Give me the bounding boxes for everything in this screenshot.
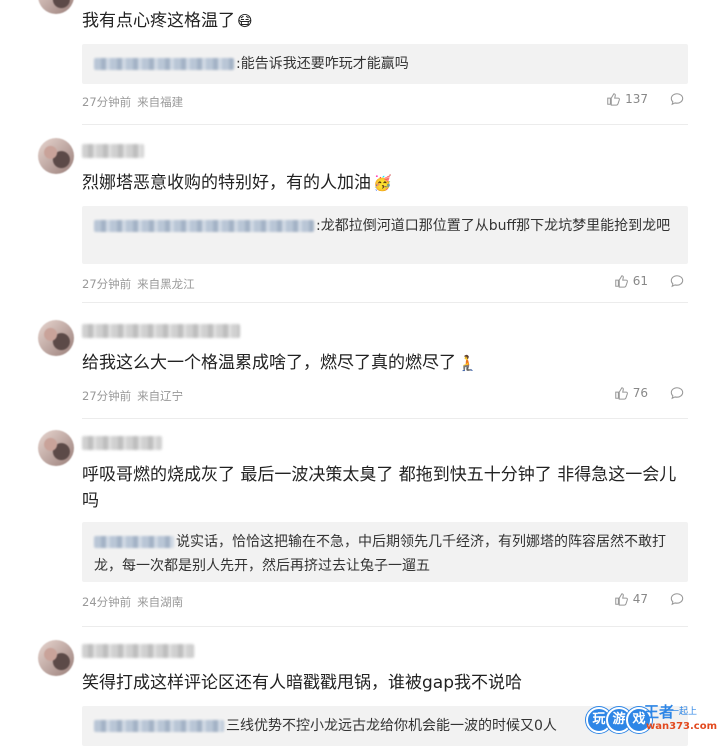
comment-bubble-icon[interactable]	[670, 92, 684, 106]
divider	[82, 418, 688, 419]
like-button[interactable]: 61	[614, 274, 648, 288]
reply-box[interactable]: :能告诉我还要咋玩才能赢吗	[82, 44, 688, 84]
comment-meta: 24分钟前 来自湖南	[82, 594, 183, 610]
divider	[82, 626, 688, 627]
like-count: 137	[625, 92, 648, 106]
comment-time: 27分钟前	[82, 277, 132, 291]
username[interactable]	[82, 324, 240, 338]
comment-actions: 47	[614, 592, 684, 606]
thumbs-up-icon	[614, 387, 628, 400]
party-face-emoji: 🥳	[373, 174, 392, 192]
comment-actions: 137	[606, 92, 684, 106]
thumbs-up-icon	[614, 275, 628, 288]
comment-text: 我有点心疼这格温了 😷	[82, 8, 682, 34]
comment-meta: 27分钟前 来自福建	[82, 94, 183, 110]
username[interactable]	[82, 436, 162, 450]
comment-bubble-icon[interactable]	[670, 274, 684, 288]
reply-box[interactable]: 说实话，恰恰这把输在不急，中后期领先几千经济，有列娜塔的阵容居然不敢打龙，每一次…	[82, 522, 688, 582]
comment-actions: 76	[614, 386, 684, 400]
mask-face-emoji: 😷	[237, 12, 253, 30]
reply-username[interactable]	[94, 720, 224, 732]
comment-time: 24分钟前	[82, 595, 132, 609]
kneeling-person-emoji: 🧎	[458, 354, 477, 372]
like-button[interactable]: 47	[614, 592, 648, 606]
watermark-logo: 玩游戏	[586, 707, 652, 733]
watermark-url: wan373.com	[646, 721, 717, 732]
comment-actions: 61	[614, 274, 684, 288]
comment-source: 来自辽宁	[137, 389, 184, 403]
comment-source: 来自黑龙江	[137, 277, 195, 291]
comment-time: 27分钟前	[82, 95, 132, 109]
like-button[interactable]: 137	[606, 92, 648, 106]
comment-text: 笑得打成这样评论区还有人暗戳戳甩锅，谁被gap我不说哈	[82, 673, 522, 693]
comment-text: 呼吸哥燃的烧成灰了 最后一波决策太臭了 都拖到快五十分钟了 非得急这一会儿吗	[82, 465, 677, 511]
username[interactable]	[82, 144, 144, 158]
reply-box[interactable]: :龙都拉倒河道口那位置了从buff那下龙坑梦里能抢到龙吧	[82, 206, 688, 264]
comment-bubble-icon[interactable]	[670, 592, 684, 606]
avatar[interactable]	[38, 0, 74, 14]
reply-username[interactable]	[94, 220, 314, 232]
reply-username[interactable]	[94, 536, 174, 548]
comment-time: 27分钟前	[82, 389, 132, 403]
divider	[82, 124, 688, 125]
comment-meta: 27分钟前 来自黑龙江	[82, 276, 195, 292]
thumbs-up-icon	[614, 593, 628, 606]
comment-text: 烈娜塔恶意收购的特别好，有的人加油 🥳	[82, 170, 682, 196]
comment-text: 给我这么大一个格温累成啥了，燃尽了真的燃尽了 🧎	[82, 350, 682, 376]
username[interactable]	[82, 644, 194, 658]
avatar[interactable]	[38, 138, 74, 174]
like-count: 76	[632, 386, 648, 400]
avatar[interactable]	[38, 640, 74, 676]
like-count: 47	[632, 592, 648, 606]
divider	[82, 302, 688, 303]
site-watermark: 玩游戏 王者 一起上 wan373.com	[586, 701, 717, 737]
comment-meta: 27分钟前 来自辽宁	[82, 388, 183, 404]
like-count: 61	[632, 274, 648, 288]
like-button[interactable]: 76	[614, 386, 648, 400]
comment-source: 来自福建	[137, 95, 184, 109]
watermark-slogan: 一起上	[670, 707, 698, 717]
comment-source: 来自湖南	[137, 595, 184, 609]
thumbs-up-icon	[607, 93, 620, 106]
comment-bubble-icon[interactable]	[670, 386, 684, 400]
avatar[interactable]	[38, 430, 74, 466]
reply-username[interactable]	[94, 58, 234, 70]
avatar[interactable]	[38, 320, 74, 356]
